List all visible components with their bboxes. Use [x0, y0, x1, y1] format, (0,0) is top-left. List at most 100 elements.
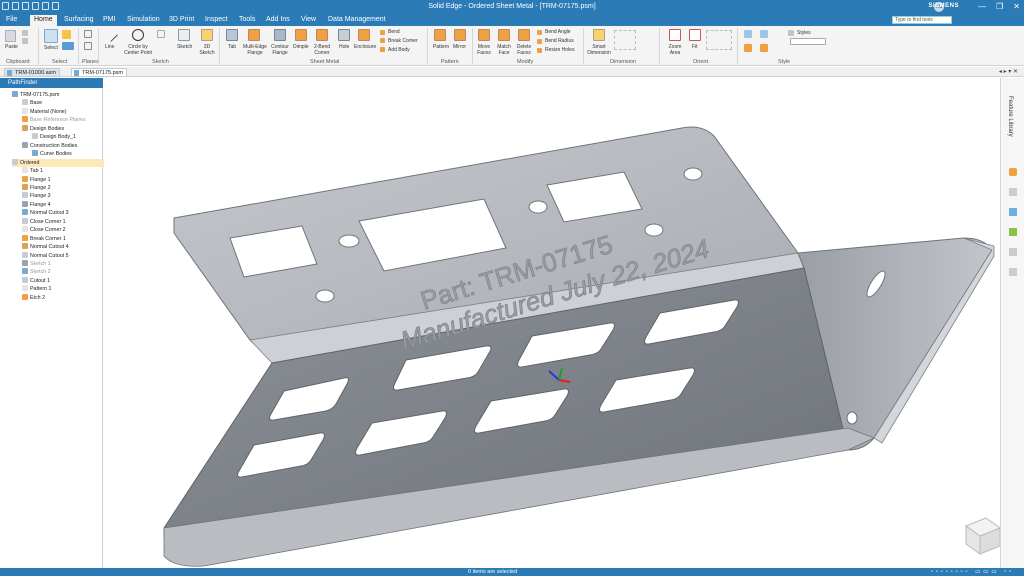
zoom-area-icon[interactable] — [669, 29, 681, 41]
tree-item[interactable]: Base Reference Planes — [22, 116, 86, 124]
tree-item[interactable]: Construction Bodies — [22, 141, 77, 150]
tab-scroll-icons[interactable]: ◂ ▸ ▾ ✕ — [999, 68, 1018, 75]
tree-item[interactable]: TRM-07175.psm — [12, 91, 59, 99]
sketch-icon[interactable] — [178, 29, 190, 41]
select-filter-icon[interactable] — [62, 30, 71, 39]
mirror-icon[interactable] — [454, 29, 466, 41]
tree-item[interactable]: Close Corner 1 — [22, 217, 66, 226]
arc-icon[interactable] — [157, 30, 165, 38]
view-cube[interactable] — [964, 517, 1002, 555]
tree-item-icon — [22, 167, 28, 174]
bend-radius-icon[interactable] — [537, 39, 542, 44]
tree-item-icon — [12, 158, 18, 165]
cut-icon[interactable] — [22, 30, 28, 36]
tree-item[interactable]: Base — [22, 99, 42, 107]
tab-file[interactable]: File — [6, 16, 17, 23]
resize-holes-icon[interactable] — [537, 48, 542, 53]
tab-feature-icon[interactable] — [226, 29, 238, 41]
tree-item[interactable]: Pattern 1 — [22, 285, 52, 293]
graphics-viewport[interactable]: Part: TRM-07175 Manufactured July 22, 20… — [104, 78, 1002, 568]
hole-icon[interactable] — [338, 29, 350, 41]
smart-dimension-icon[interactable] — [593, 29, 605, 41]
feature-library-tab[interactable]: Feature Library — [1007, 96, 1013, 137]
teamcenter-icon[interactable] — [1009, 248, 1017, 256]
delete-faces-label: Delete Faces — [516, 44, 532, 56]
tab-data-management[interactable]: Data Management — [328, 16, 386, 23]
view-style-icon[interactable] — [744, 30, 752, 38]
tree-item[interactable]: Break Corner 1 — [22, 234, 66, 243]
doc-tab-psm[interactable]: TRM-07175.psm — [71, 68, 127, 77]
tab-simulation[interactable]: Simulation — [127, 16, 160, 23]
tree-item[interactable]: Ordered — [12, 158, 108, 167]
minimize-button[interactable]: — — [978, 2, 986, 11]
enclosure-icon[interactable] — [358, 29, 370, 41]
tab-home[interactable]: Home — [30, 15, 57, 26]
tab-inspect[interactable]: Inspect — [205, 16, 228, 23]
part-model[interactable]: Part: TRM-07175 Manufactured July 22, 20… — [104, 78, 1002, 568]
dimple-icon[interactable] — [295, 29, 307, 41]
tree-item[interactable]: Cutout 1 — [22, 276, 50, 285]
tree-item[interactable]: Design Bodies — [22, 124, 64, 133]
tab-pmi[interactable]: PMI — [103, 16, 115, 23]
tree-item[interactable]: Flange 2 — [22, 183, 51, 192]
doc-tab-asm[interactable]: TRM-01000.asm — [4, 68, 60, 77]
contour-flange-icon[interactable] — [274, 29, 286, 41]
delete-faces-icon[interactable] — [518, 29, 530, 41]
part-color-icon[interactable] — [744, 44, 752, 52]
tree-item[interactable]: Normal Cutout 4 — [22, 243, 69, 251]
tree-item[interactable]: Normal Cutout 3 — [22, 209, 69, 217]
tab-tools[interactable]: Tools — [239, 16, 255, 23]
2-bend-corner-icon[interactable] — [316, 29, 328, 41]
tree-item-label: Base — [30, 100, 43, 107]
tree-item[interactable]: Flange 1 — [22, 175, 51, 184]
tree-item[interactable]: Sketch 1 — [22, 260, 51, 268]
3d-sketch-icon[interactable] — [201, 29, 213, 41]
tree-item[interactable]: Tab 1 — [22, 167, 43, 175]
tab-view[interactable]: View — [301, 16, 316, 23]
library-icon[interactable] — [1009, 168, 1017, 176]
add-body-icon[interactable] — [380, 47, 385, 52]
search-input[interactable]: Type to find tools — [892, 16, 952, 24]
move-faces-icon[interactable] — [478, 29, 490, 41]
layers-icon[interactable] — [1009, 188, 1017, 196]
dimension-tools-icon[interactable] — [614, 30, 636, 50]
properties-icon[interactable] — [1009, 208, 1017, 216]
restore-button[interactable]: ❐ — [996, 2, 1003, 11]
line-icon[interactable] — [103, 27, 119, 43]
view-controls-icons[interactable]: ▫▫▫▫▫▫▫▫ ▭▭▭ ▫▫ — [931, 569, 1014, 575]
tree-item[interactable]: Flange 4 — [22, 200, 51, 209]
tree-item[interactable]: Curve Bodies — [32, 150, 72, 158]
fit-icon[interactable] — [689, 29, 701, 41]
tab-3d-print[interactable]: 3D Print — [169, 16, 194, 23]
style-dropdown[interactable] — [790, 38, 826, 45]
tab-surfacing[interactable]: Surfacing — [64, 16, 94, 23]
bend-angle-icon[interactable] — [537, 30, 542, 35]
circle-icon[interactable] — [132, 29, 144, 41]
view-tools-icon[interactable] — [706, 30, 732, 50]
face-color-icon[interactable] — [760, 44, 768, 52]
select-icon[interactable] — [44, 29, 58, 43]
multi-edge-flange-icon[interactable] — [248, 29, 260, 41]
paste-icon[interactable] — [5, 30, 16, 42]
grid-icon[interactable] — [1009, 228, 1017, 236]
plane-icon[interactable] — [84, 30, 92, 38]
shading-icon[interactable] — [760, 30, 768, 38]
tree-item[interactable]: Etch 2 — [22, 293, 45, 302]
tree-item[interactable]: Close Corner 2 — [22, 226, 66, 234]
tree-item[interactable]: Design Body_1 — [32, 133, 76, 141]
match-face-icon[interactable] — [498, 29, 510, 41]
tree-item[interactable]: Material (None) — [22, 107, 67, 116]
bend-icon[interactable] — [380, 30, 385, 35]
tree-item[interactable]: Sketch 2 — [22, 268, 51, 276]
tab-add-ins[interactable]: Add Ins — [266, 16, 290, 23]
pattern-icon[interactable] — [434, 29, 446, 41]
tree-item[interactable]: Normal Cutout 5 — [22, 251, 69, 260]
break-corner-icon[interactable] — [380, 38, 385, 43]
select-mode-icon[interactable] — [62, 42, 74, 50]
help-icon[interactable] — [1009, 268, 1017, 276]
tree-item[interactable]: Flange 3 — [22, 192, 51, 200]
copy-icon[interactable] — [22, 38, 28, 44]
close-button[interactable]: ✕ — [1013, 2, 1020, 11]
coordinate-system-icon[interactable] — [84, 42, 92, 50]
styles-icon[interactable] — [788, 30, 794, 36]
